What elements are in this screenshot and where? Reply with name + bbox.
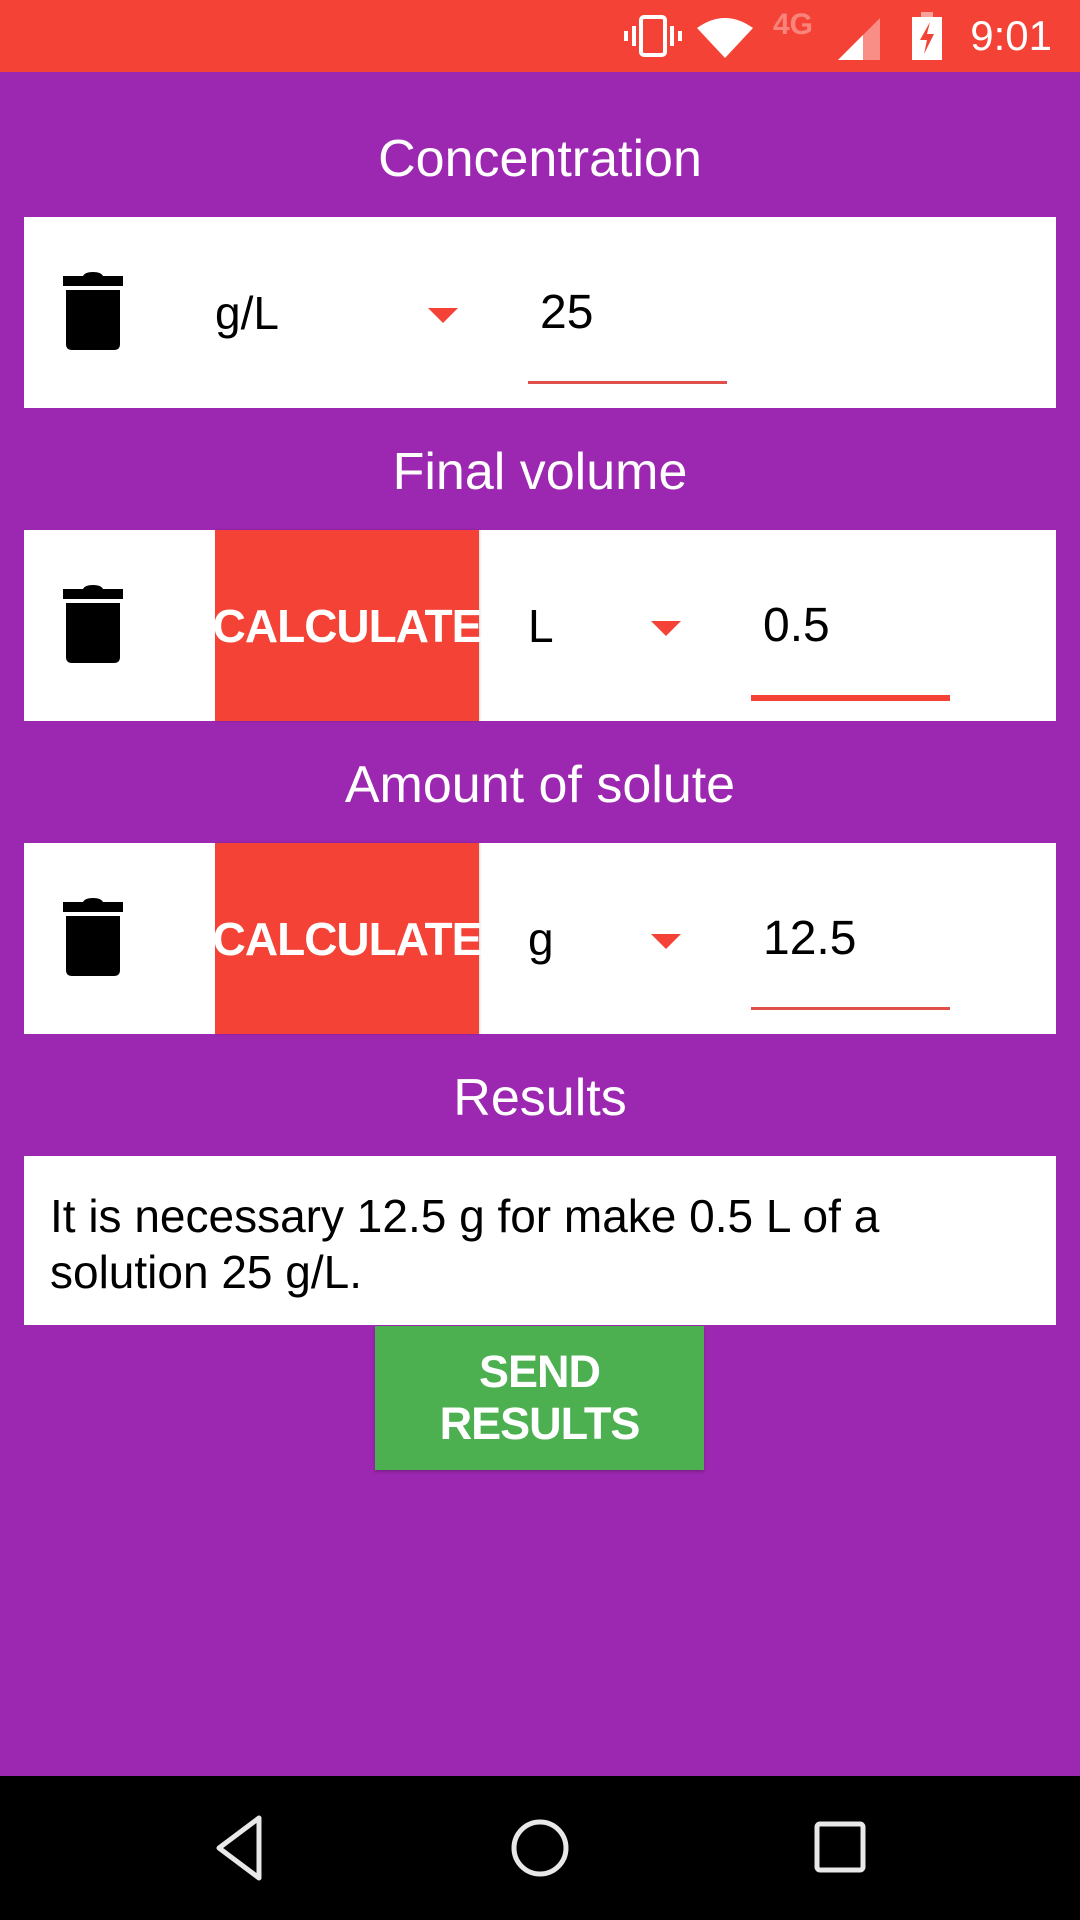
calculate-final-volume-button[interactable]: CALCULATE — [213, 530, 482, 721]
results-text: It is necessary 12.5 g for make 0.5 L of… — [50, 1190, 880, 1298]
wifi-icon — [697, 18, 753, 58]
send-results-button[interactable]: SEND RESULTS — [375, 1326, 704, 1470]
amount-of-solute-unit-select[interactable]: g — [528, 913, 554, 965]
status-bar: 4G 9:01 — [0, 0, 1080, 72]
concentration-input[interactable]: 25 — [540, 287, 593, 339]
trash-icon[interactable] — [63, 898, 123, 978]
final-volume-heading: Final volume — [392, 443, 688, 501]
concentration-unit-select[interactable]: g/L — [215, 287, 279, 339]
calculate-amount-of-solute-button[interactable]: CALCULATE — [213, 843, 482, 1034]
vibrate-icon — [624, 15, 682, 57]
recents-icon[interactable] — [795, 1812, 885, 1884]
network-type-label: 4G — [773, 8, 814, 41]
battery-charging-icon — [912, 12, 942, 60]
final-volume-unit-select[interactable]: L — [528, 600, 554, 652]
amount-of-solute-heading: Amount of solute — [344, 756, 736, 814]
dropdown-caret-icon[interactable] — [651, 934, 681, 949]
cellular-signal-icon — [838, 18, 880, 60]
home-icon[interactable] — [495, 1812, 585, 1884]
navigation-bar — [0, 1776, 1080, 1920]
concentration-input-underline — [528, 381, 727, 384]
concentration-heading: Concentration — [378, 130, 702, 188]
concentration-card: g/L 25 — [24, 217, 1056, 408]
final-volume-input-underline — [751, 695, 950, 701]
amount-of-solute-card: CALCULATE g 12.5 — [24, 843, 1056, 1034]
amount-of-solute-input-underline — [751, 1007, 950, 1010]
trash-icon[interactable] — [63, 585, 123, 665]
results-heading: Results — [453, 1069, 627, 1127]
dropdown-caret-icon[interactable] — [651, 621, 681, 636]
trash-icon[interactable] — [63, 272, 123, 352]
back-icon[interactable] — [196, 1812, 286, 1884]
final-volume-input[interactable]: 0.5 — [763, 600, 830, 652]
results-box: It is necessary 12.5 g for make 0.5 L of… — [24, 1156, 1056, 1325]
clock: 9:01 — [970, 12, 1052, 59]
dropdown-caret-icon[interactable] — [428, 308, 458, 323]
amount-of-solute-input[interactable]: 12.5 — [763, 913, 856, 965]
final-volume-card: CALCULATE L 0.5 — [24, 530, 1056, 721]
